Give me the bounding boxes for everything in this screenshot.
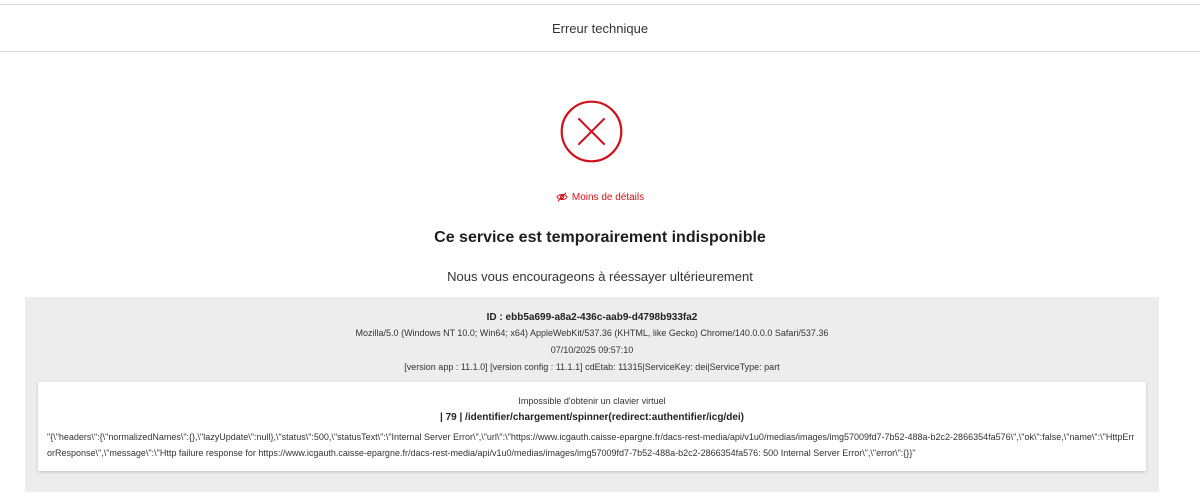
error-datetime: 07/10/2025 09:57:10 [550,345,634,355]
error-route: | 79 | /identifier/chargement/spinner(re… [440,412,744,423]
error-id: ID : ebb5a699-a8a2-436c-aab9-d4798b933fa… [486,312,698,323]
header-bar: Erreur technique [0,4,1200,52]
less-details-toggle[interactable]: Moins de détails [0,190,1200,204]
eye-slash-icon [556,192,568,202]
user-agent: Mozilla/5.0 (Windows NT 10.0; Win64; x64… [355,328,829,338]
error-message: Impossible d'obtenir un clavier virtuel [518,396,666,406]
technical-details-panel: ID : ebb5a699-a8a2-436c-aab9-d4798b933fa… [25,297,1159,492]
error-heading: Ce service est temporairement indisponib… [434,229,766,246]
error-detail-card: Impossible d'obtenir un clavier virtuel … [38,382,1146,471]
version-info: [version app : 11.1.0] [version config :… [404,362,780,372]
less-details-label: Moins de détails [571,191,645,203]
page-title: Erreur technique [551,20,649,36]
error-subheading: Nous vous encourageons à réessayer ultér… [447,269,753,284]
error-page: Erreur technique Moins de détails Ce ser… [0,0,1200,497]
error-circle-x-icon [560,100,623,163]
error-payload: "{\"headers\":{\"normalizedNames\":{},\"… [47,432,1135,458]
